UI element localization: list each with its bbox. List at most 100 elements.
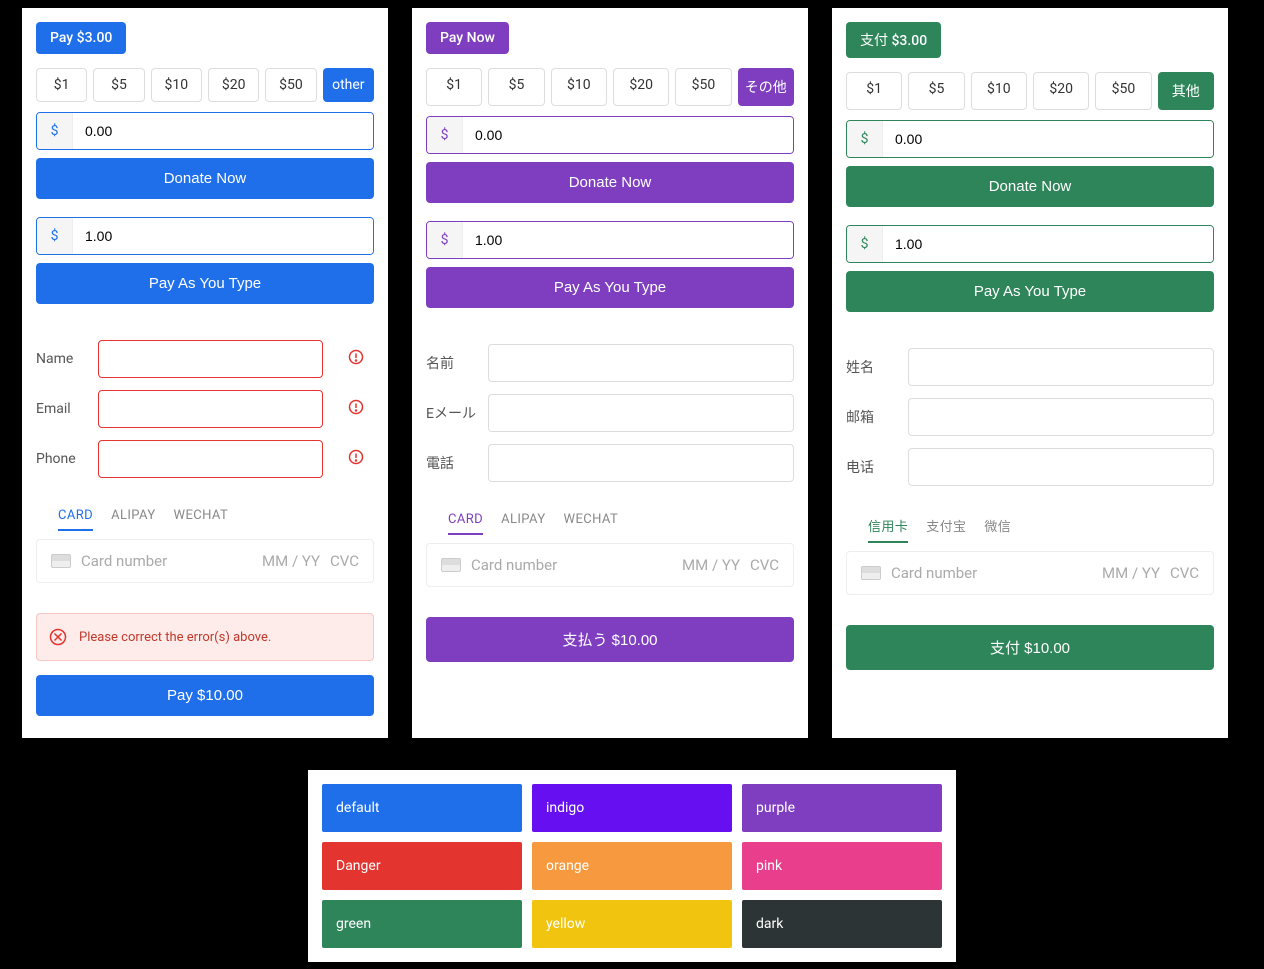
donate-now-button[interactable]: Donate Now (36, 158, 374, 199)
amount-field[interactable] (73, 113, 373, 149)
tab-card[interactable]: CARD (58, 508, 93, 531)
amount-1[interactable]: $1 (36, 68, 87, 102)
amount-50[interactable]: $50 (675, 68, 731, 106)
payment-panel-ja: Pay Now $1 $5 $10 $20 $50 その他 $ Donate N… (410, 6, 810, 740)
amount-1[interactable]: $1 (846, 72, 902, 110)
name-input[interactable] (908, 348, 1214, 386)
pay-top-button[interactable]: Pay $3.00 (36, 22, 126, 54)
amount-10[interactable]: $10 (971, 72, 1027, 110)
name-input[interactable] (98, 340, 323, 378)
email-input[interactable] (488, 394, 794, 432)
payt-amount-input[interactable]: $ (426, 221, 794, 259)
swatch-yellow[interactable]: yellow (532, 900, 732, 948)
amount-10[interactable]: $10 (551, 68, 607, 106)
tab-alipay[interactable]: ALIPAY (111, 508, 155, 531)
name-label: 姓名 (846, 357, 898, 377)
card-input[interactable]: Card number MM / YY CVC (846, 551, 1214, 595)
dollar-icon: $ (427, 222, 463, 258)
tab-wechat[interactable]: WECHAT (564, 512, 619, 535)
pay-as-you-type-button[interactable]: Pay As You Type (846, 271, 1214, 312)
pay-as-you-type-button[interactable]: Pay As You Type (36, 263, 374, 304)
pay-final-button[interactable]: Pay $10.00 (36, 675, 374, 716)
pay-top-button[interactable]: Pay Now (426, 22, 509, 54)
error-text: Please correct the error(s) above. (79, 630, 271, 645)
amount-1[interactable]: $1 (426, 68, 482, 106)
payt-amount-input[interactable]: $ (36, 217, 374, 255)
amount-row: $1 $5 $10 $20 $50 その他 (426, 68, 794, 106)
email-label: Email (36, 401, 88, 417)
email-input[interactable] (908, 398, 1214, 436)
card-input[interactable]: Card number MM / YY CVC (36, 539, 374, 583)
card-number-placeholder: Card number (891, 564, 1092, 582)
name-input[interactable] (488, 344, 794, 382)
tab-wechat[interactable]: WECHAT (174, 508, 229, 531)
amount-5[interactable]: $5 (488, 68, 544, 106)
error-icon (348, 349, 364, 369)
swatch-danger[interactable]: Danger (322, 842, 522, 890)
tab-card[interactable]: CARD (448, 512, 483, 535)
phone-label: 电话 (846, 457, 898, 477)
pay-final-button[interactable]: 支付 $10.00 (846, 625, 1214, 670)
phone-input[interactable] (98, 440, 323, 478)
pay-top-button[interactable]: 支付 $3.00 (846, 22, 941, 58)
phone-input[interactable] (908, 448, 1214, 486)
contact-form: 姓名 邮箱 电话 (846, 348, 1214, 486)
card-expiry-placeholder: MM / YY (682, 556, 740, 574)
amount-50[interactable]: $50 (1095, 72, 1151, 110)
amount-5[interactable]: $5 (908, 72, 964, 110)
custom-amount-input[interactable]: $ (846, 120, 1214, 158)
amount-field[interactable] (463, 117, 793, 153)
error-icon (348, 399, 364, 419)
payment-panel-zh: 支付 $3.00 $1 $5 $10 $20 $50 其他 $ Donate N… (830, 6, 1230, 740)
amount-other[interactable]: 其他 (1158, 72, 1214, 110)
custom-amount-input[interactable]: $ (426, 116, 794, 154)
donate-now-button[interactable]: Donate Now (846, 166, 1214, 207)
amount-10[interactable]: $10 (151, 68, 202, 102)
amount-20[interactable]: $20 (1033, 72, 1089, 110)
email-label: 邮箱 (846, 407, 898, 427)
amount-row: $1 $5 $10 $20 $50 other (36, 68, 374, 102)
card-cvc-placeholder: CVC (330, 552, 359, 570)
swatch-orange[interactable]: orange (532, 842, 732, 890)
amount-field[interactable] (883, 226, 1213, 262)
tab-alipay[interactable]: ALIPAY (501, 512, 545, 535)
amount-other[interactable]: other (323, 68, 374, 102)
pay-final-button[interactable]: 支払う $10.00 (426, 617, 794, 662)
amount-other[interactable]: その他 (738, 68, 794, 106)
alert-icon (49, 628, 67, 646)
amount-field[interactable] (883, 121, 1213, 157)
swatch-green[interactable]: green (322, 900, 522, 948)
tab-card[interactable]: 信用卡 (868, 516, 908, 543)
amount-5[interactable]: $5 (93, 68, 144, 102)
amount-field[interactable] (463, 222, 793, 258)
pay-as-you-type-button[interactable]: Pay As You Type (426, 267, 794, 308)
swatch-default[interactable]: default (322, 784, 522, 832)
payt-amount-input[interactable]: $ (846, 225, 1214, 263)
name-label: 名前 (426, 353, 478, 373)
contact-form: Name Email Phone (36, 340, 374, 478)
email-input[interactable] (98, 390, 323, 428)
custom-amount-input[interactable]: $ (36, 112, 374, 150)
tab-alipay[interactable]: 支付宝 (926, 516, 966, 543)
phone-input[interactable] (488, 444, 794, 482)
card-input[interactable]: Card number MM / YY CVC (426, 543, 794, 587)
contact-form: 名前 Eメール 電話 (426, 344, 794, 482)
payment-tabs: 信用卡 支付宝 微信 (846, 516, 1214, 543)
card-expiry-placeholder: MM / YY (262, 552, 320, 570)
amount-50[interactable]: $50 (265, 68, 316, 102)
swatch-purple[interactable]: purple (742, 784, 942, 832)
amount-field[interactable] (73, 218, 373, 254)
card-icon (441, 558, 461, 572)
card-expiry-placeholder: MM / YY (1102, 564, 1160, 582)
payment-panel-en: Pay $3.00 $1 $5 $10 $20 $50 other $ Dona… (20, 6, 390, 740)
phone-label: Phone (36, 451, 88, 467)
swatch-dark[interactable]: dark (742, 900, 942, 948)
tab-wechat[interactable]: 微信 (984, 516, 1011, 543)
swatch-pink[interactable]: pink (742, 842, 942, 890)
amount-20[interactable]: $20 (208, 68, 259, 102)
amount-20[interactable]: $20 (613, 68, 669, 106)
swatch-indigo[interactable]: indigo (532, 784, 732, 832)
donate-now-button[interactable]: Donate Now (426, 162, 794, 203)
card-icon (861, 566, 881, 580)
dollar-icon: $ (37, 113, 73, 149)
